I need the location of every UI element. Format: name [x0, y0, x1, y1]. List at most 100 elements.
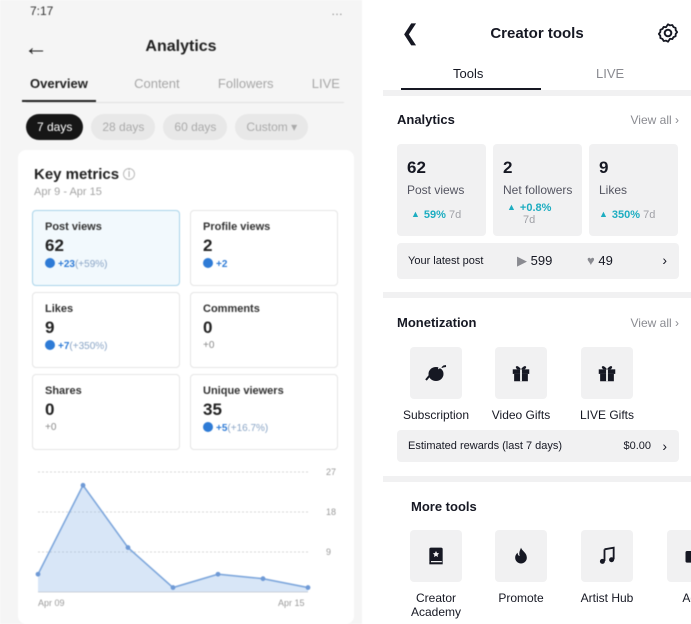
y-tick-label: 9 — [326, 547, 331, 557]
latest-post-row[interactable]: Your latest post ▶ 599 ♥ 49 › — [397, 243, 679, 279]
status-bar: 7:17 … — [30, 4, 344, 20]
metric-delta: +2 — [203, 258, 325, 270]
tool-label: Creator Academy — [410, 591, 462, 619]
metric-profile-views[interactable]: Profile views 2 +2 — [190, 210, 338, 286]
stat-delta: ▲ 59% 7d — [411, 209, 476, 221]
stat-net-followers[interactable]: 2 Net followers ▲ +0.8% 7d — [493, 144, 582, 236]
chevron-right-icon: › — [662, 438, 667, 454]
chip-7-days[interactable]: 7 days — [26, 114, 84, 140]
metric-value: 62 — [45, 236, 64, 255]
chip-28-days[interactable]: 28 days — [91, 114, 156, 140]
tool-label: Subscription — [402, 408, 470, 422]
chip-custom[interactable]: Custom ▾ — [235, 114, 309, 140]
x-tick-label: Apr 09 — [38, 598, 65, 608]
plays-count: 599 — [530, 253, 553, 268]
metric-post-views[interactable]: Post views 62 +23(+59%) — [32, 210, 180, 286]
tool-label: Artist Hub — [580, 591, 634, 605]
more-tools-section-title: More tools — [411, 499, 477, 514]
add-icon — [667, 530, 691, 582]
data-point — [305, 585, 311, 590]
tool-label: LIVE Gifts — [579, 408, 635, 422]
settings-gear-icon[interactable] — [657, 22, 679, 44]
metric-delta-pct: (+350%) — [69, 341, 108, 352]
page-title: Analytics — [145, 38, 217, 55]
key-metrics-title-text: Key metrics — [34, 166, 120, 183]
tab-live[interactable]: LIVE — [312, 76, 340, 102]
metric-unique-viewers[interactable]: Unique viewers 35 +5(+16.7%) — [190, 374, 338, 450]
stat-delta: ▲ +0.8% 7d — [507, 201, 572, 226]
metric-delta-value: +5 — [216, 423, 228, 434]
flame-icon — [495, 530, 547, 582]
metric-delta: +23(+59%) — [45, 258, 167, 270]
metric-shares[interactable]: Shares 0 +0 — [32, 374, 180, 450]
stat-delta: ▲ 350% 7d — [599, 209, 668, 221]
metric-label: Unique viewers — [203, 385, 284, 397]
rewards-value: $0.00 — [623, 440, 651, 452]
monetization-section-title: Monetization — [397, 315, 477, 330]
chip-custom-label: Custom — [246, 120, 288, 134]
estimated-rewards-row[interactable]: Estimated rewards (last 7 days) $0.00 › — [397, 430, 679, 462]
metric-delta: +7(+350%) — [45, 340, 167, 352]
up-arrow-icon — [45, 258, 55, 268]
metric-label: Post views — [45, 221, 102, 233]
gift-icon — [581, 347, 633, 399]
data-point — [260, 576, 266, 582]
tab-followers[interactable]: Followers — [218, 76, 274, 102]
tab-live[interactable]: LIVE — [596, 66, 624, 81]
tool-add[interactable]: Add — [657, 530, 691, 605]
analytics-screen: 7:17 … ← Analytics Overview Content Foll… — [0, 0, 362, 624]
metrics-grid: Post views 62 +23(+59%) Profile views 2 … — [32, 210, 340, 450]
stat-delta-value: 350% — [611, 209, 641, 221]
tool-video-gifts[interactable]: Video Gifts — [485, 347, 557, 422]
metric-delta: +5(+16.7%) — [203, 422, 325, 434]
data-point — [170, 585, 176, 590]
metric-value: 2 — [203, 236, 213, 255]
chip-60-days[interactable]: 60 days — [163, 114, 228, 140]
tool-creator-academy[interactable]: Creator Academy — [400, 530, 472, 619]
section-divider — [383, 292, 691, 298]
data-point — [215, 571, 221, 577]
x-tick-label: Apr 15 — [278, 598, 305, 608]
stat-delta-value: +0.8% — [519, 202, 552, 214]
triangle-up-icon: ▲ — [411, 209, 420, 219]
triangle-up-icon: ▲ — [507, 202, 516, 212]
analytics-view-all-link[interactable]: View all › — [631, 113, 679, 127]
play-icon: ▶ — [517, 253, 527, 268]
stat-likes[interactable]: 9 Likes ▲ 350% 7d — [589, 144, 678, 236]
metric-delta-value: +23 — [58, 259, 75, 270]
tab-content[interactable]: Content — [134, 76, 180, 102]
tool-promote[interactable]: Promote — [485, 530, 557, 605]
tab-overview[interactable]: Overview — [22, 76, 96, 102]
metric-delta-value: +7 — [58, 341, 70, 352]
monetization-view-all-link[interactable]: View all › — [631, 316, 679, 330]
info-icon[interactable]: i — [123, 168, 136, 180]
post-views-chart[interactable]: 27 18 9 Apr 09 Apr 15 — [32, 460, 342, 620]
data-point — [80, 482, 86, 488]
metric-delta-value: +2 — [216, 259, 228, 270]
area-fill — [38, 485, 308, 592]
gift-box-icon — [598, 366, 616, 382]
metric-value: 0 — [45, 400, 55, 419]
up-arrow-icon — [203, 422, 213, 432]
y-tick-label: 27 — [326, 467, 336, 477]
tool-artist-hub[interactable]: Artist Hub — [571, 530, 643, 605]
tool-label: Video Gifts — [491, 408, 551, 422]
metric-comments[interactable]: Comments 0 +0 — [190, 292, 338, 368]
chevron-right-icon: › — [675, 113, 679, 127]
metric-label: Comments — [203, 303, 260, 315]
tool-live-gifts[interactable]: LIVE Gifts — [571, 347, 643, 422]
gift-box-icon — [512, 366, 530, 382]
analytics-section-title: Analytics — [397, 112, 455, 127]
stat-post-views[interactable]: 62 Post views ▲ 59% 7d — [397, 144, 486, 236]
metric-label: Shares — [45, 385, 82, 397]
date-range-text: Apr 9 - Apr 15 — [34, 186, 102, 198]
tab-divider — [26, 102, 344, 103]
tool-subscription[interactable]: Subscription — [400, 347, 472, 422]
up-arrow-icon — [45, 340, 55, 350]
metric-label: Likes — [45, 303, 74, 315]
music-note-icon — [581, 530, 633, 582]
tab-tools[interactable]: Tools — [453, 66, 483, 81]
metric-likes[interactable]: Likes 9 +7(+350%) — [32, 292, 180, 368]
metric-value: 9 — [45, 318, 55, 337]
stat-value: 9 — [599, 158, 609, 177]
